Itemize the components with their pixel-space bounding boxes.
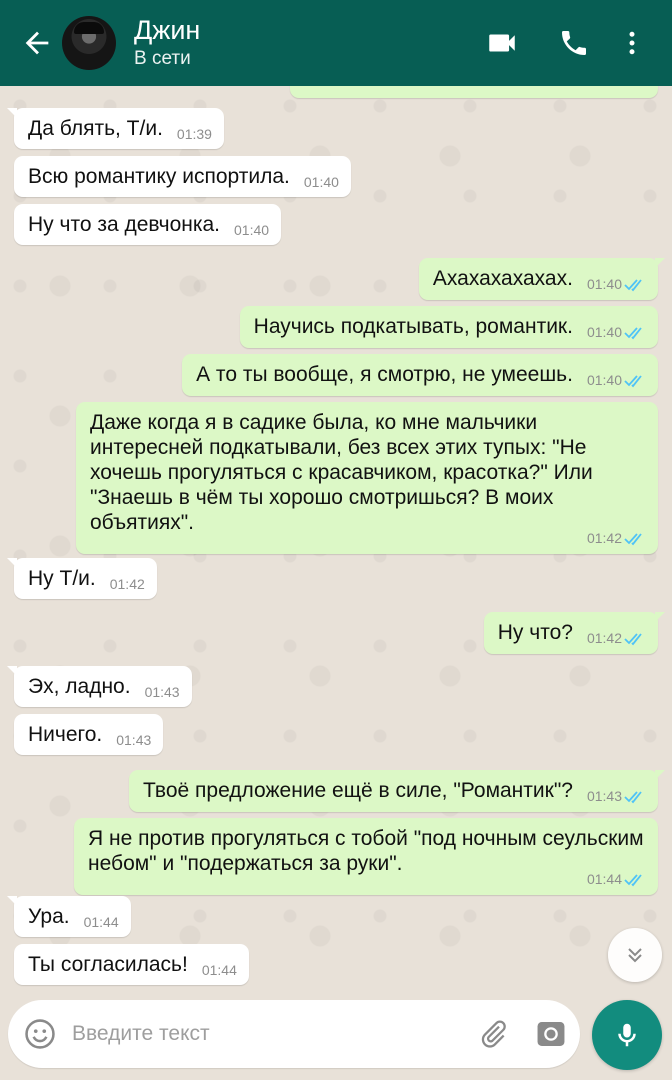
contact-status: В сети: [134, 48, 191, 69]
message-text: Ну что за девчонка.: [28, 213, 221, 236]
message-bubble-incoming[interactable]: Ну что за девчонка. 01:40: [14, 204, 282, 245]
message-text: Эх, ладно.: [28, 675, 131, 698]
message-bubble-incoming[interactable]: Эх, ладно. 01:43: [7, 666, 192, 707]
message-time: 01:40: [586, 372, 622, 388]
message-text: Твоё предложение ещё в силе, "Романтик"?: [143, 779, 573, 802]
camera-button[interactable]: [522, 1000, 580, 1068]
contact-info[interactable]: Джин В сети: [134, 14, 200, 72]
read-ticks-icon: [624, 791, 642, 804]
phone-icon: [562, 31, 586, 55]
message-bubble-incoming[interactable]: Ты согласилась! 01:44: [14, 944, 249, 985]
back-button[interactable]: [12, 0, 62, 86]
message-text: Ну Т/и.: [28, 567, 96, 590]
contact-name: Джин: [134, 15, 201, 45]
message-bubble-incoming[interactable]: Всю романтику испортила. 01:40: [14, 156, 351, 197]
message-bubble-incoming[interactable]: Ну Т/и. 01:42: [7, 558, 157, 599]
message-bubble-outgoing[interactable]: А то ты вообще, я смотрю, не умеешь. 01:4…: [182, 354, 658, 397]
message-time: 01:40: [586, 324, 622, 340]
message-time: 01:42: [109, 576, 145, 592]
message-bubble-outgoing[interactable]: Научись подкатывать, романтик. 01:40: [239, 306, 658, 349]
compose-pill: [8, 1000, 580, 1068]
read-ticks-icon: [624, 327, 642, 340]
message-time: 01:42: [586, 630, 622, 646]
emoji-button[interactable]: [8, 1000, 72, 1068]
message-time: 01:40: [586, 276, 622, 292]
camera-icon: [537, 1021, 565, 1047]
message-text: А то ты вообще, я смотрю, не умеешь.: [196, 363, 573, 386]
message-text: Я не против прогуляться с тобой "под ноч…: [88, 827, 644, 875]
message-bubble-outgoing[interactable]: Ахахахахахах. 01:40: [418, 258, 666, 301]
message-time: 01:42: [586, 530, 622, 546]
paperclip-icon: [481, 1020, 506, 1048]
message-time: 01:43: [116, 732, 152, 748]
message-bubble-outgoing[interactable]: Ну что? 01:42: [483, 612, 666, 655]
message-text: Ты согласилась!: [28, 953, 188, 976]
message-time: 01:39: [176, 126, 212, 142]
message-input[interactable]: [72, 1022, 464, 1046]
read-ticks-icon: [624, 633, 642, 646]
message-time: 01:43: [586, 788, 622, 804]
microphone-icon: [618, 1023, 636, 1047]
voice-call-button[interactable]: [538, 0, 610, 86]
message-text: Даже когда я в садике была, ко мне мальч…: [90, 411, 593, 534]
scroll-to-bottom-button[interactable]: [608, 928, 662, 982]
message-text: Ну что?: [497, 621, 573, 644]
chat-header: Джин В сети: [0, 0, 672, 86]
message-text: Да блять, Т/и.: [28, 117, 163, 140]
message-time: 01:44: [201, 962, 237, 978]
compose-bar: [0, 996, 672, 1080]
message-time: 01:43: [144, 684, 180, 700]
message-time: 01:44: [586, 871, 622, 887]
message-bubble-incoming[interactable]: Ура. 01:44: [7, 896, 131, 937]
message-time: 01:40: [234, 222, 270, 238]
video-call-button[interactable]: [466, 0, 538, 86]
message-text: Ура.: [28, 905, 70, 928]
more-options-button[interactable]: [610, 0, 654, 86]
double-chevron-down-icon: [628, 948, 642, 963]
read-ticks-icon: [624, 279, 642, 292]
message-bubble-incoming[interactable]: Да блять, Т/и. 01:39: [7, 108, 224, 149]
message-bubble-outgoing[interactable]: Твоё предложение ещё в силе, "Романтик"?…: [129, 770, 665, 813]
message-text: Ничего.: [28, 723, 103, 746]
voice-message-button[interactable]: [592, 1000, 662, 1070]
emoji-icon: [25, 1019, 55, 1049]
read-ticks-icon: [624, 874, 642, 887]
message-text: Ахахахахахах.: [432, 267, 573, 290]
message-time: 01:40: [303, 174, 339, 190]
message-bubble-outgoing[interactable]: [290, 86, 658, 98]
avatar[interactable]: [62, 16, 116, 70]
attach-button[interactable]: [464, 1000, 522, 1068]
read-ticks-icon: [624, 533, 642, 546]
message-bubble-outgoing[interactable]: Даже когда я в садике была, ко мне мальч…: [76, 402, 658, 555]
message-list[interactable]: Да блять, Т/и. 01:39 Всю романтику испорт…: [0, 86, 672, 996]
arrow-left-icon: [25, 31, 49, 55]
message-bubble-outgoing[interactable]: Я не против прогуляться с тобой "под ноч…: [74, 818, 658, 896]
video-camera-icon: [489, 34, 515, 52]
more-vertical-icon: [629, 31, 635, 55]
message-text: Всю романтику испортила.: [28, 165, 290, 188]
message-time: 01:44: [83, 914, 119, 930]
message-bubble-incoming[interactable]: Ничего. 01:43: [14, 714, 164, 755]
message-text: Научись подкатывать, романтик.: [253, 315, 573, 338]
read-ticks-icon: [624, 375, 642, 388]
